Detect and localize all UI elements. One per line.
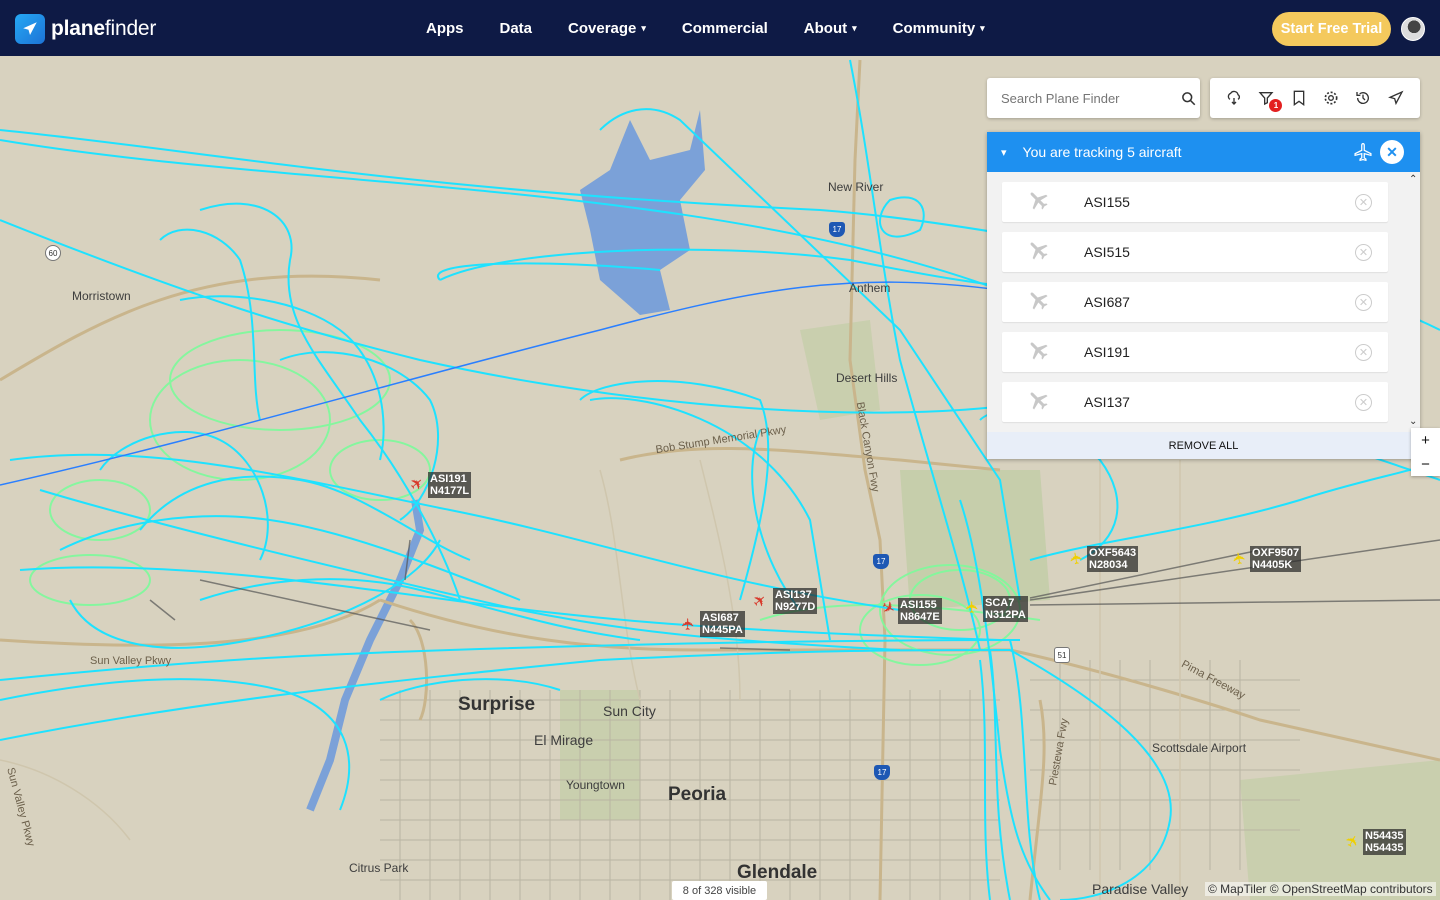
map-attribution[interactable]: © MapTiler © OpenStreetMap contributors bbox=[1205, 882, 1436, 896]
search-icon[interactable] bbox=[1177, 91, 1200, 106]
aircraft-marker-yellow[interactable]: ✈ bbox=[1231, 550, 1250, 566]
zoom-in-button[interactable]: + bbox=[1411, 428, 1440, 452]
aircraft-label[interactable]: N54435 N54435 bbox=[1363, 829, 1406, 855]
top-navbar: planefinder Apps Data Coverage ▾ Commerci… bbox=[0, 0, 1440, 56]
nav-about[interactable]: About ▾ bbox=[804, 20, 857, 37]
park-area bbox=[800, 320, 880, 420]
tracked-aircraft-item[interactable]: ASI137 ✕ bbox=[1002, 382, 1388, 422]
weather-icon[interactable] bbox=[1224, 88, 1244, 108]
main-nav: Apps Data Coverage ▾ Commercial About ▾ Co… bbox=[426, 0, 1021, 56]
aircraft-label[interactable]: ASI137 N9277D bbox=[773, 588, 818, 614]
aircraft-label[interactable]: ASI155 N8647E bbox=[898, 598, 942, 624]
tracked-aircraft-list: ASI155 ✕ ASI515 ✕ ASI687 ✕ ASI191 ✕ ASI1… bbox=[1002, 182, 1388, 432]
logo-wordmark: planefinder bbox=[51, 17, 157, 40]
tracking-scrollbar[interactable]: ⌃ ⌄ bbox=[1407, 172, 1420, 430]
place-label: Morristown bbox=[72, 289, 131, 303]
route-shield: 60 bbox=[45, 245, 61, 261]
remove-icon[interactable]: ✕ bbox=[1355, 394, 1372, 411]
nav-coverage[interactable]: Coverage ▾ bbox=[568, 20, 646, 37]
history-icon[interactable] bbox=[1353, 88, 1373, 108]
user-avatar[interactable] bbox=[1401, 17, 1425, 41]
airplane-icon bbox=[1026, 388, 1050, 417]
place-label: Surprise bbox=[458, 694, 536, 715]
airplane-icon bbox=[1026, 238, 1050, 267]
aircraft-settings-icon[interactable] bbox=[1386, 88, 1406, 108]
place-label: Paradise Valley bbox=[1092, 881, 1189, 897]
place-label: Peoria bbox=[668, 784, 727, 805]
bookmark-icon[interactable] bbox=[1289, 88, 1309, 108]
tracked-callsign: ASI515 bbox=[1084, 244, 1130, 260]
tracked-aircraft-item[interactable]: ASI687 ✕ bbox=[1002, 282, 1388, 322]
tracking-panel: ▾ You are tracking 5 aircraft ✕ ASI155 ✕… bbox=[987, 132, 1420, 459]
aircraft-marker-yellow[interactable]: ✈ bbox=[1068, 550, 1087, 566]
tracked-callsign: ASI687 bbox=[1084, 294, 1130, 310]
tracking-title: You are tracking 5 aircraft bbox=[1022, 144, 1182, 160]
route-shield: 51 bbox=[1054, 647, 1070, 663]
place-label: New River bbox=[828, 180, 884, 194]
interstate-shield: 17 bbox=[829, 222, 845, 237]
place-label: Citrus Park bbox=[349, 861, 409, 875]
zoom-out-button[interactable]: − bbox=[1411, 452, 1440, 476]
chevron-down-icon: ▾ bbox=[641, 22, 646, 33]
tracking-panel-header[interactable]: ▾ You are tracking 5 aircraft ✕ bbox=[987, 132, 1420, 172]
close-icon[interactable]: ✕ bbox=[1380, 140, 1404, 164]
aircraft-label[interactable]: OXF5643 N28034 bbox=[1087, 546, 1139, 572]
chevron-up-icon[interactable]: ⌃ bbox=[1409, 174, 1417, 185]
remove-icon[interactable]: ✕ bbox=[1355, 194, 1372, 211]
chevron-down-icon: ▾ bbox=[980, 22, 985, 33]
park-area bbox=[900, 470, 1050, 610]
map-toolbar: 1 bbox=[1210, 78, 1420, 118]
chevron-down-icon[interactable]: ⌄ bbox=[1409, 416, 1417, 427]
nav-commercial[interactable]: Commercial bbox=[682, 20, 768, 37]
aircraft-marker-red[interactable]: ✈ bbox=[681, 617, 698, 630]
place-label: Desert Hills bbox=[836, 371, 898, 385]
airplane-icon bbox=[1026, 288, 1050, 317]
remove-icon[interactable]: ✕ bbox=[1355, 244, 1372, 261]
airplane-icon bbox=[1353, 142, 1373, 165]
search-box bbox=[987, 78, 1200, 118]
nav-apps[interactable]: Apps bbox=[426, 20, 464, 37]
chevron-down-icon[interactable]: ▾ bbox=[1001, 146, 1007, 159]
remove-icon[interactable]: ✕ bbox=[1355, 344, 1372, 361]
filter-badge: 1 bbox=[1269, 99, 1283, 112]
search-input[interactable] bbox=[1001, 90, 1177, 106]
aircraft-label[interactable]: ASI191 N4177L bbox=[428, 472, 472, 498]
aircraft-label[interactable]: OXF9507 N4405K bbox=[1250, 546, 1302, 572]
tracked-aircraft-item[interactable]: ASI191 ✕ bbox=[1002, 332, 1388, 372]
place-label: Sun City bbox=[603, 703, 656, 719]
place-label: Anthem bbox=[849, 281, 891, 295]
interstate-shield: 17 bbox=[873, 554, 889, 569]
nav-data[interactable]: Data bbox=[500, 20, 533, 37]
tracked-callsign: ASI155 bbox=[1084, 194, 1130, 210]
zoom-control: + − bbox=[1411, 428, 1440, 476]
road-label: Sun Valley Pkwy bbox=[90, 655, 172, 667]
airplane-icon bbox=[1026, 338, 1050, 367]
place-label: Scottsdale Airport bbox=[1152, 741, 1247, 755]
aircraft-label[interactable]: SCA7 N312PA bbox=[983, 596, 1028, 622]
tracked-aircraft-item[interactable]: ASI155 ✕ bbox=[1002, 182, 1388, 222]
nav-community[interactable]: Community ▾ bbox=[893, 20, 985, 37]
aircraft-label[interactable]: ASI687 N445PA bbox=[700, 611, 745, 637]
planefinder-logo[interactable]: planefinder bbox=[15, 14, 156, 44]
remove-icon[interactable]: ✕ bbox=[1355, 294, 1372, 311]
tracked-aircraft-item[interactable]: ASI515 ✕ bbox=[1002, 232, 1388, 272]
remove-all-button[interactable]: REMOVE ALL bbox=[987, 432, 1420, 459]
place-label: Youngtown bbox=[566, 778, 625, 792]
visible-aircraft-count: 8 of 328 visible bbox=[672, 881, 767, 900]
interstate-shield: 17 bbox=[874, 765, 890, 780]
tracked-callsign: ASI137 bbox=[1084, 394, 1130, 410]
airplane-icon bbox=[1026, 188, 1050, 217]
aircraft-marker-yellow[interactable]: ✈ bbox=[965, 600, 982, 613]
tracked-callsign: ASI191 bbox=[1084, 344, 1130, 360]
lake-pleasant bbox=[580, 110, 705, 315]
settings-icon[interactable] bbox=[1321, 88, 1341, 108]
logo-plane-icon bbox=[15, 14, 45, 44]
filter-icon[interactable]: 1 bbox=[1256, 88, 1283, 112]
place-label: El Mirage bbox=[534, 732, 594, 748]
chevron-down-icon: ▾ bbox=[852, 22, 857, 33]
start-free-trial-button[interactable]: Start Free Trial bbox=[1272, 12, 1391, 46]
